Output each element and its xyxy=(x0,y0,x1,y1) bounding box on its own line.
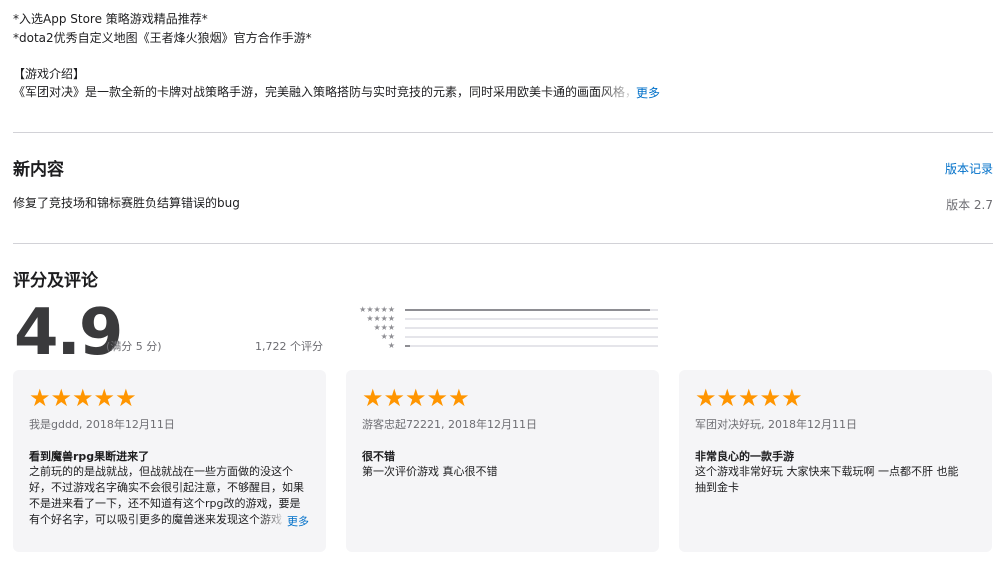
histogram-track xyxy=(405,345,658,347)
description-line-2: *dota2优秀自定义地图《王者烽火狼烟》官方合作手游* xyxy=(13,31,312,45)
histogram-row: ★★ xyxy=(345,333,665,341)
histogram-row: ★ xyxy=(345,342,665,350)
description-fade xyxy=(600,83,636,101)
rating-count: 1,722 个评分 xyxy=(255,340,323,353)
review-card: ★★★★★ 游客忠起72221, 2018年12月11日 很不错 第一次评价游戏… xyxy=(346,370,659,552)
review-body-line: 不是进来看了一下，还不知道有这个rpg改的游戏，要是 xyxy=(29,497,301,510)
review-body: 第一次评价游戏 真心很不错 xyxy=(362,464,647,480)
review-body-line: 有个好名字，可以吸引更多的魔兽迷来发现这个游戏 xyxy=(29,513,282,526)
divider xyxy=(13,132,993,133)
review-author-date: 我是gddd, 2018年12月11日 xyxy=(29,418,175,431)
review-author-date: 军团对决好玩, 2018年12月11日 xyxy=(695,418,857,431)
review-stars: ★★★★★ xyxy=(695,384,803,412)
description-more-link[interactable]: 更多 xyxy=(636,84,660,101)
description-line-1: *入选App Store 策略游戏精品推荐* xyxy=(13,12,208,26)
histogram-track xyxy=(405,309,658,311)
review-body-line: 抽到金卡 xyxy=(695,481,739,494)
review-body-line: 之前玩的的是战就战，但战就战在一些方面做的没这个 xyxy=(29,465,293,478)
histogram-stars: ★★★★ xyxy=(366,314,395,323)
review-title: 很不错 xyxy=(362,450,395,463)
histogram-stars: ★★★★★ xyxy=(359,305,395,314)
review-body-line: 这个游戏非常好玩 大家快来下载玩啊 一点都不肝 也能 xyxy=(695,465,959,478)
review-card: ★★★★★ 我是gddd, 2018年12月11日 看到魔兽rpg果断进来了 之… xyxy=(13,370,326,552)
review-title: 非常良心的一款手游 xyxy=(695,450,794,463)
histogram-row: ★★★ xyxy=(345,324,665,332)
description-line-3: 《军团对决》是一款全新的卡牌对战策略手游，完美融入策略搭防与实时竞技的元素，同时… xyxy=(13,85,633,99)
histogram-stars: ★ xyxy=(387,341,395,350)
review-card: ★★★★★ 军团对决好玩, 2018年12月11日 非常良心的一款手游 这个游戏… xyxy=(679,370,992,552)
review-stars: ★★★★★ xyxy=(362,384,470,412)
histogram-fill xyxy=(405,309,651,311)
rating-out-of: (满分 5 分) xyxy=(106,340,162,353)
version-history-link[interactable]: 版本记录 xyxy=(945,160,993,177)
divider xyxy=(13,243,993,244)
review-fade xyxy=(261,512,287,528)
review-body-line: 好，不过游戏名字确实不会很引起注意，不够醒目，如果 xyxy=(29,481,304,494)
ratings-title: 评分及评论 xyxy=(13,271,98,291)
review-stars: ★★★★★ xyxy=(29,384,137,412)
histogram-track xyxy=(405,318,658,320)
description-line-3-wrap: 《军团对决》是一款全新的卡牌对战策略手游，完美融入策略搭防与实时竞技的元素，同时… xyxy=(13,83,633,101)
review-more-link[interactable]: 更多 xyxy=(287,513,309,529)
histogram-row: ★★★★★ xyxy=(345,306,665,314)
release-notes: 修复了竞技场和锦标赛胜负结算错误的bug xyxy=(13,196,240,210)
review-body: 这个游戏非常好玩 大家快来下载玩啊 一点都不肝 也能 抽到金卡 xyxy=(695,464,980,496)
histogram-track xyxy=(405,336,658,338)
average-rating: 4.9 xyxy=(14,296,123,370)
review-author-date: 游客忠起72221, 2018年12月11日 xyxy=(362,418,537,431)
histogram-stars: ★★ xyxy=(380,332,395,341)
histogram-row: ★★★★ xyxy=(345,315,665,323)
histogram-stars: ★★★ xyxy=(373,323,395,332)
version-label: 版本 2.7 xyxy=(946,198,993,212)
histogram-track xyxy=(405,327,658,329)
review-body-line: 第一次评价游戏 真心很不错 xyxy=(362,465,498,478)
whats-new-title: 新内容 xyxy=(13,160,64,180)
review-title: 看到魔兽rpg果断进来了 xyxy=(29,450,150,463)
histogram-fill xyxy=(405,345,411,347)
description-heading: 【游戏介绍】 xyxy=(13,67,86,81)
